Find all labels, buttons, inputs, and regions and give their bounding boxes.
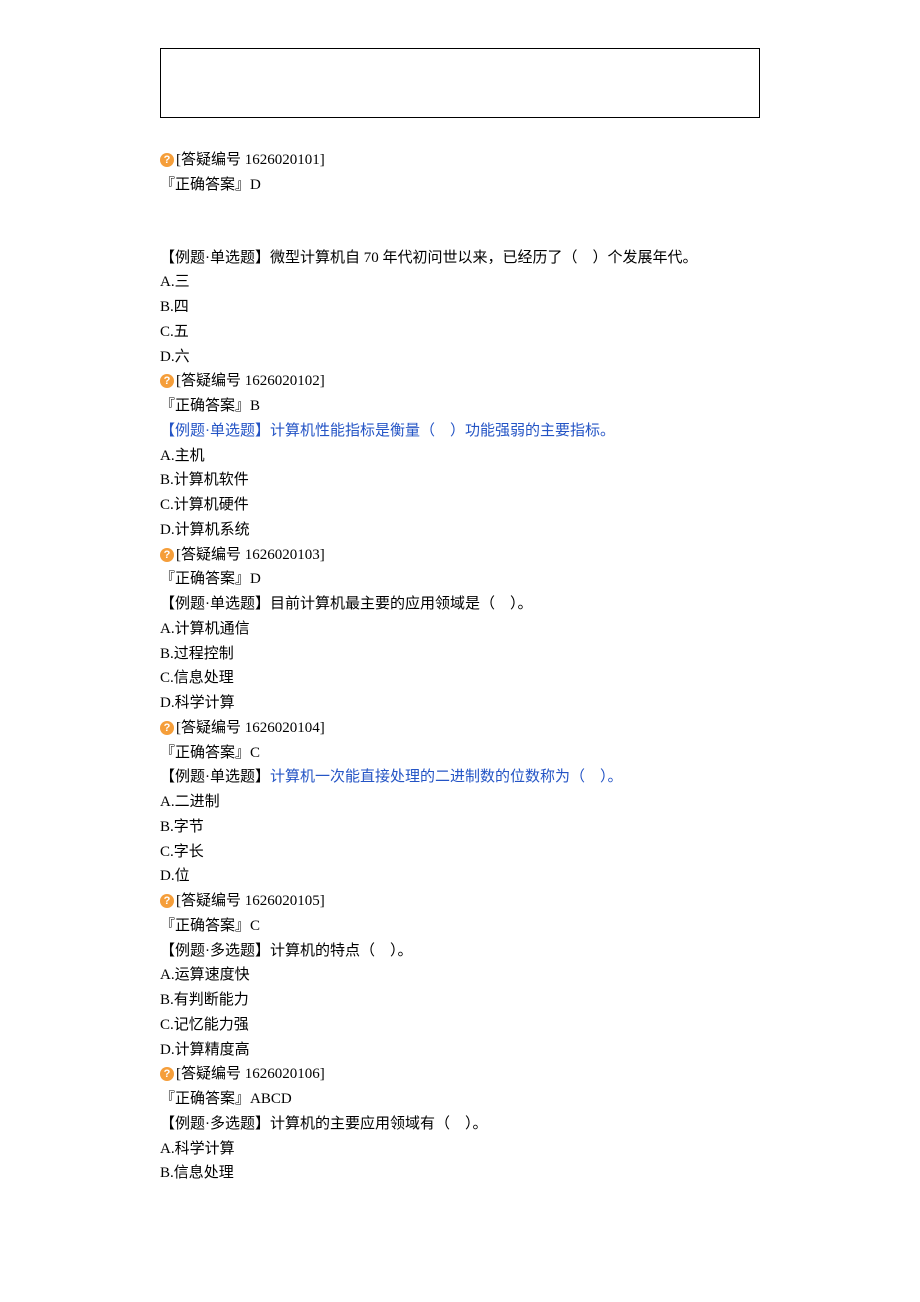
option-d: D.计算精度高 [160, 1038, 800, 1063]
option-d: D.六 [160, 345, 800, 370]
option-c: C.信息处理 [160, 666, 800, 691]
ref-line: ?[答疑编号 1626020102] [160, 369, 800, 394]
question-stem: 【例题·多选题】计算机的特点（ ）。 [160, 939, 800, 964]
question-mark-icon: ? [160, 374, 174, 388]
option-b: B.四 [160, 295, 800, 320]
blank-spacer [160, 198, 800, 222]
stem-blue-text: 计算机一次能直接处理的二进制数的位数称为（ ）。 [270, 769, 623, 785]
question-mark-icon: ? [160, 894, 174, 908]
empty-box [160, 48, 760, 118]
ref-line: ?[答疑编号 1626020105] [160, 889, 800, 914]
ref-label: [答疑编号 1626020106] [176, 1066, 325, 1082]
option-a: A.主机 [160, 444, 800, 469]
answer-line: 『正确答案』C [160, 914, 800, 939]
question-stem: 【例题·多选题】计算机的主要应用领域有（ ）。 [160, 1112, 800, 1137]
ref-line: ?[答疑编号 1626020106] [160, 1062, 800, 1087]
ref-label: [答疑编号 1626020104] [176, 720, 325, 736]
question-mark-icon: ? [160, 1067, 174, 1081]
option-b: B.过程控制 [160, 642, 800, 667]
answer-line: 『正确答案』D [160, 567, 800, 592]
blank-spacer [160, 222, 800, 246]
option-b: B.计算机软件 [160, 468, 800, 493]
answer-line: 『正确答案』ABCD [160, 1087, 800, 1112]
option-b: B.有判断能力 [160, 988, 800, 1013]
option-d: D.位 [160, 864, 800, 889]
option-d: D.计算机系统 [160, 518, 800, 543]
question-stem: 【例题·单选题】微型计算机自 70 年代初问世以来，已经历了（ ）个发展年代。 [160, 246, 800, 271]
option-b: B.字节 [160, 815, 800, 840]
option-a: A.运算速度快 [160, 963, 800, 988]
option-d: D.科学计算 [160, 691, 800, 716]
answer-line: 『正确答案』B [160, 394, 800, 419]
ref-label: [答疑编号 1626020103] [176, 547, 325, 563]
option-b: B.信息处理 [160, 1161, 800, 1186]
ref-label: [答疑编号 1626020105] [176, 893, 325, 909]
question-mark-icon: ? [160, 721, 174, 735]
option-c: C.计算机硬件 [160, 493, 800, 518]
question-stem: 【例题·单选题】目前计算机最主要的应用领域是（ ）。 [160, 592, 800, 617]
question-stem: 【例题·单选题】计算机性能指标是衡量（ ）功能强弱的主要指标。 [160, 419, 800, 444]
option-a: A.三 [160, 270, 800, 295]
ref-line: ?[答疑编号 1626020104] [160, 716, 800, 741]
answer-line: 『正确答案』D [160, 173, 800, 198]
ref-label: [答疑编号 1626020102] [176, 373, 325, 389]
option-a: A.计算机通信 [160, 617, 800, 642]
option-c: C.记忆能力强 [160, 1013, 800, 1038]
answer-line: 『正确答案』C [160, 741, 800, 766]
option-c: C.字长 [160, 840, 800, 865]
option-a: A.科学计算 [160, 1137, 800, 1162]
question-mark-icon: ? [160, 548, 174, 562]
ref-line: ?[答疑编号 1626020103] [160, 543, 800, 568]
option-c: C.五 [160, 320, 800, 345]
stem-prefix: 【例题·单选题】 [160, 769, 270, 785]
ref-line: ?[答疑编号 1626020101] [160, 148, 800, 173]
ref-label: [答疑编号 1626020101] [176, 152, 325, 168]
document-content: ?[答疑编号 1626020101] 『正确答案』D 【例题·单选题】微型计算机… [60, 148, 860, 1186]
question-mark-icon: ? [160, 153, 174, 167]
question-stem: 【例题·单选题】计算机一次能直接处理的二进制数的位数称为（ ）。 [160, 765, 800, 790]
option-a: A.二进制 [160, 790, 800, 815]
